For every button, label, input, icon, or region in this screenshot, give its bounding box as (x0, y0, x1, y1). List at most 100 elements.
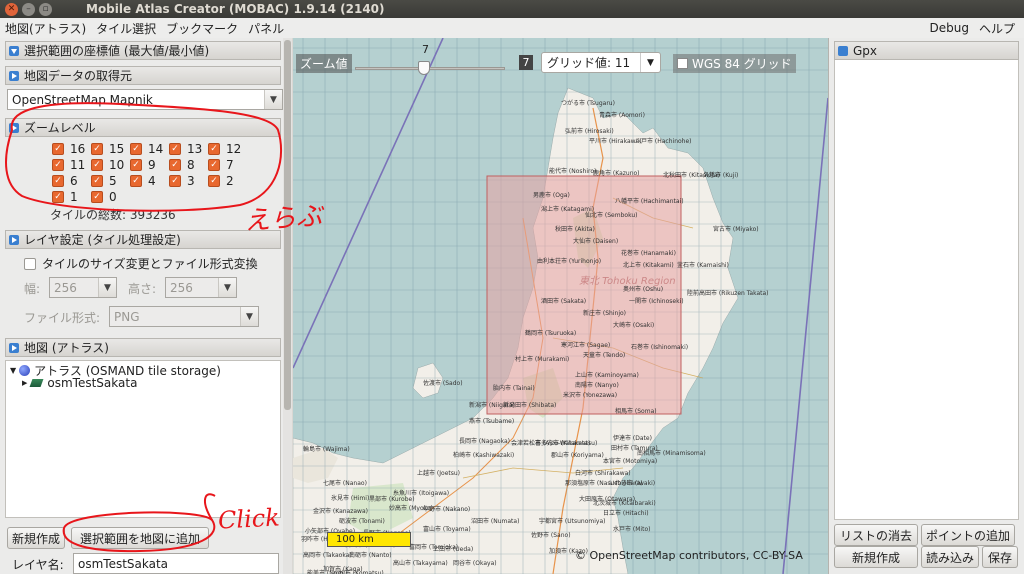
wgs84-checkbox[interactable] (677, 58, 688, 69)
zoom-level-16[interactable]: ✓ 16 (52, 142, 85, 156)
place-label: 秋田市 (Akita) (555, 226, 595, 233)
checkbox-checked-icon[interactable]: ✓ (91, 143, 103, 155)
close-icon[interactable]: ✕ (5, 2, 18, 16)
atlas-tree[interactable]: ▼ アトラス (OSMAND tile storage) ▶ osmTestSa… (5, 360, 281, 518)
map-view[interactable]: つがる市 (Tsugaru) 青森市 (Aomori) 弘前市 (Hirosaki)… (293, 38, 828, 574)
place-label: 長岡市 (Nagaoka) (459, 438, 510, 445)
zoom-level-label: 6 (70, 174, 78, 188)
chevron-down-icon: ▼ (264, 90, 282, 109)
zoom-level-label: 15 (109, 142, 125, 156)
zoom-level-0[interactable]: ✓ 0 (91, 190, 117, 204)
checkbox-checked-icon[interactable]: ✓ (169, 175, 181, 187)
checkbox-checked-icon[interactable]: ✓ (208, 175, 220, 187)
add-point-button[interactable]: ポイントの追加 (921, 524, 1015, 546)
height-select[interactable]: 256 ▼ (165, 277, 237, 298)
grid-zoom-select[interactable]: グリッド値: 11 ▼ (541, 52, 661, 73)
map-source-select[interactable]: OpenStreetMap Mapnik ▼ (7, 89, 283, 110)
format-select[interactable]: PNG ▼ (109, 306, 259, 327)
checkbox-checked-icon[interactable]: ✓ (91, 191, 103, 203)
zoom-level-label: 8 (187, 158, 195, 172)
atlas-tree-child[interactable]: ▶ osmTestSakata (22, 376, 137, 390)
zoom-level-1[interactable]: ✓ 1 (52, 190, 78, 204)
minimize-icon[interactable]: – (22, 2, 35, 16)
place-label: 高岡市 (Takaoka) (303, 552, 352, 559)
maximize-icon[interactable]: ▫ (39, 2, 52, 16)
checkbox-checked-icon[interactable]: ✓ (169, 143, 181, 155)
gpx-load-button[interactable]: 読み込み (921, 546, 979, 568)
checkbox-checked-icon[interactable]: ✓ (130, 175, 142, 187)
zoom-level-6[interactable]: ✓ 6 (52, 174, 78, 188)
menu-help[interactable]: ヘルプ (974, 20, 1020, 37)
checkbox-checked-icon[interactable]: ✓ (91, 175, 103, 187)
zoom-slider-track[interactable] (355, 67, 505, 70)
globe-icon (19, 365, 31, 376)
zoom-section-header[interactable]: ズームレベル (5, 118, 281, 137)
zoom-level-label: 1 (70, 190, 78, 204)
zoom-slider-thumb[interactable] (418, 61, 430, 75)
zoom-level-9[interactable]: ✓ 9 (130, 158, 156, 172)
layer-name-label: レイヤ名: (12, 558, 64, 572)
checkbox-checked-icon[interactable]: ✓ (208, 143, 220, 155)
zoom-level-2[interactable]: ✓ 2 (208, 174, 234, 188)
add-selection-button[interactable]: 選択範囲を地図に追加 (71, 527, 209, 549)
left-panel-scrollbar[interactable] (283, 38, 292, 574)
width-value: 256 (54, 280, 77, 295)
place-label: 仙北市 (Semboku) (585, 212, 638, 219)
checkbox-checked-icon[interactable]: ✓ (52, 191, 64, 203)
place-label: 宇都宮市 (Utsunomiya) (539, 518, 606, 525)
place-label: 弘前市 (Hirosaki) (565, 128, 614, 135)
menu-debug[interactable]: Debug (925, 21, 974, 35)
menu-tile-selection[interactable]: タイル選択 (91, 20, 161, 37)
place-label: 奥州市 (Oshu) (623, 286, 664, 293)
zoom-level-3[interactable]: ✓ 3 (169, 174, 195, 188)
gpx-section-header[interactable]: Gpx (834, 41, 1019, 60)
place-label: 中野市 (Nakano) (423, 506, 471, 513)
coords-section-header[interactable]: 選択範囲の座標値 (最大値/最小値) (5, 41, 281, 60)
zoom-level-4[interactable]: ✓ 4 (130, 174, 156, 188)
zoom-level-12[interactable]: ✓ 12 (208, 142, 241, 156)
left-panel: 選択範囲の座標値 (最大値/最小値) 地図データの取得元 OpenStreetM… (0, 38, 292, 574)
checkbox-checked-icon[interactable]: ✓ (52, 159, 64, 171)
checkbox-checked-icon[interactable]: ✓ (91, 159, 103, 171)
place-label: 平川市 (Hirakawa) (589, 138, 642, 145)
chevron-down-icon: ▼ (240, 307, 258, 326)
checkbox-checked-icon[interactable]: ✓ (52, 143, 64, 155)
checkbox-checked-icon[interactable]: ✓ (52, 175, 64, 187)
clear-list-button[interactable]: リストの消去 (834, 524, 918, 546)
zoom-level-11[interactable]: ✓ 11 (52, 158, 85, 172)
expand-arrow-icon (838, 45, 848, 56)
checkbox-checked-icon[interactable]: ✓ (130, 143, 142, 155)
zoom-level-8[interactable]: ✓ 8 (169, 158, 195, 172)
zoom-level-14[interactable]: ✓ 14 (130, 142, 163, 156)
place-label: 那須塩原市 (Nasushiobara) (565, 480, 643, 487)
gpx-list[interactable] (834, 60, 1019, 520)
checkbox-checked-icon[interactable]: ✓ (130, 159, 142, 171)
place-label: 胎内市 (Tainai) (493, 385, 535, 392)
place-label: 伊達市 (Date) (613, 435, 652, 442)
gpx-new-button[interactable]: 新規作成 (834, 546, 918, 568)
menu-bookmarks[interactable]: ブックマーク (161, 20, 243, 37)
menu-atlas[interactable]: 地図(アトラス) (0, 20, 91, 37)
wgs84-grid-toggle[interactable]: WGS 84 グリッド (673, 54, 796, 73)
gpx-save-button[interactable]: 保存 (982, 546, 1018, 568)
atlas-section-header[interactable]: 地図 (アトラス) (5, 338, 281, 357)
menu-bar: 地図(アトラス) タイル選択 ブックマーク パネル Debug ヘルプ (0, 18, 1024, 38)
coords-section-title: 選択範囲の座標値 (最大値/最小値) (24, 44, 210, 58)
new-atlas-button[interactable]: 新規作成 (7, 527, 65, 549)
zoom-level-7[interactable]: ✓ 7 (208, 158, 234, 172)
checkbox-checked-icon[interactable]: ✓ (169, 159, 181, 171)
resize-option[interactable]: タイルのサイズ変更とファイル形式変換 (24, 255, 258, 272)
layer-name-input[interactable]: osmTestSakata (73, 553, 279, 574)
menu-panels[interactable]: パネル (243, 20, 289, 37)
width-select[interactable]: 256 ▼ (49, 277, 117, 298)
expand-arrow-icon (9, 342, 19, 353)
zoom-level-13[interactable]: ✓ 13 (169, 142, 202, 156)
zoom-level-15[interactable]: ✓ 15 (91, 142, 124, 156)
resize-checkbox[interactable] (24, 257, 36, 270)
zoom-level-10[interactable]: ✓ 10 (91, 158, 124, 172)
checkbox-checked-icon[interactable]: ✓ (208, 159, 220, 171)
source-section-header[interactable]: 地図データの取得元 (5, 66, 281, 85)
zoom-level-5[interactable]: ✓ 5 (91, 174, 117, 188)
place-label: 宮古市 (Miyako) (713, 226, 759, 233)
layer-settings-header[interactable]: レイヤ設定 (タイル処理設定) (5, 230, 281, 249)
